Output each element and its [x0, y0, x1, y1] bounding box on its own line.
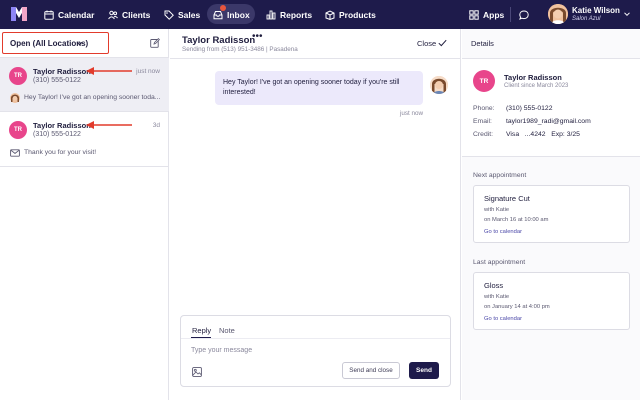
nav-label: Calendar — [58, 9, 95, 20]
annotation-arrow-icon — [86, 67, 132, 75]
nav-item-inbox[interactable]: Inbox — [213, 0, 250, 29]
app-logo-icon[interactable] — [11, 7, 27, 21]
message-bubble: Hey Taylor! I've got an opening sooner t… — [215, 71, 423, 105]
compose-icon[interactable] — [150, 38, 160, 48]
appointment-service: Signature Cut — [484, 194, 530, 203]
conversation-list-panel: Open (All Locations) TR Taylor Radisson … — [0, 29, 169, 400]
divider — [0, 166, 169, 167]
thread-title: Taylor Radisson — [182, 35, 256, 46]
appointment-time: on January 14 at 4:00 pm — [484, 304, 550, 310]
nav-label: Products — [339, 9, 376, 20]
chat-button[interactable] — [519, 0, 529, 29]
clients-icon — [108, 10, 118, 19]
credit-label: Credit: — [473, 131, 494, 138]
conversation-name: Taylor Radisson — [33, 67, 91, 76]
nav-label: Apps — [483, 9, 505, 20]
nav-item-reports[interactable]: Reports — [266, 0, 312, 29]
client-since: Client since March 2023 — [504, 83, 569, 89]
conversation-thread-panel: Taylor Radisson ••• Sending from (513) 9… — [170, 29, 461, 400]
bar-chart-icon — [266, 10, 276, 19]
nav-item-sales[interactable]: Sales — [164, 0, 200, 29]
client-avatar: TR — [9, 121, 27, 139]
conversation-phone: (310) 555-0122 — [33, 77, 81, 84]
user-avatar[interactable] — [548, 4, 568, 24]
user-salon: Salon Azul — [572, 16, 601, 22]
client-email[interactable]: taylor1989_radi@gmail.com — [506, 118, 591, 125]
go-to-calendar-link[interactable]: Go to calendar — [484, 316, 522, 322]
appointment-service: Gloss — [484, 281, 504, 290]
message-input[interactable] — [191, 344, 431, 356]
divider — [170, 58, 461, 59]
envelope-icon — [10, 149, 20, 157]
nav-label: Clients — [122, 9, 151, 20]
send-button[interactable]: Send — [409, 362, 439, 379]
send-and-close-button[interactable]: Send and close — [342, 362, 400, 379]
tag-icon — [164, 10, 174, 20]
thread-subtitle: Sending from (513) 951-3486 | Pasadena — [182, 46, 298, 53]
nav-item-clients[interactable]: Clients — [108, 0, 150, 29]
client-avatar: TR — [9, 67, 27, 85]
tab-reply[interactable]: Reply — [192, 326, 211, 335]
nav-item-apps[interactable]: Apps — [469, 0, 504, 29]
conversation-item[interactable]: TR Taylor Radisson (310) 555-0122 just n… — [0, 58, 169, 111]
details-panel: Details TR Taylor Radisson Client since … — [462, 29, 640, 400]
go-to-calendar-link[interactable]: Go to calendar — [484, 229, 522, 235]
top-nav: Calendar Clients Sales Inbox Reports Pro… — [0, 0, 640, 29]
message-composer: Reply Note Send and close Send — [180, 315, 451, 387]
client-phone[interactable]: (310) 555-0122 — [506, 105, 552, 112]
next-appointment-title: Next appointment — [473, 172, 527, 179]
client-credit-card: Visa ...4242 Exp: 3/25 — [506, 131, 580, 138]
chevron-down-icon — [76, 41, 83, 46]
message-time: just now — [400, 110, 424, 117]
details-title: Details — [471, 39, 494, 48]
client-name[interactable]: Taylor Radisson — [504, 73, 562, 82]
calendar-icon — [44, 10, 54, 20]
nav-divider — [510, 7, 511, 22]
inbox-icon — [213, 10, 223, 19]
chat-bubble-icon — [519, 9, 529, 20]
next-appointment-card: Signature Cut with Katie on March 16 at … — [473, 185, 630, 243]
phone-label: Phone: — [473, 105, 495, 112]
chevron-down-icon[interactable] — [623, 10, 631, 18]
appointment-staff: with Katie — [484, 207, 510, 213]
divider — [181, 338, 450, 339]
last-appointment-title: Last appointment — [473, 259, 526, 266]
image-attach-icon[interactable] — [192, 367, 202, 377]
location-filter-dropdown[interactable]: Open (All Locations) — [2, 32, 109, 54]
annotation-arrow-icon — [86, 121, 132, 129]
conversation-time: 3d — [152, 122, 160, 129]
nav-label: Sales — [178, 9, 201, 20]
conversation-item[interactable]: TR Taylor Radisson (310) 555-0122 3d Tha… — [0, 112, 169, 166]
nav-label: Reports — [280, 9, 313, 20]
inbox-unread-badge — [220, 5, 226, 11]
close-conversation-button[interactable]: Close — [417, 39, 436, 48]
more-options-icon[interactable]: ••• — [252, 31, 263, 42]
tab-note[interactable]: Note — [219, 326, 235, 335]
client-details-card: TR Taylor Radisson Client since March 20… — [462, 59, 640, 157]
message-text: Hey Taylor! I've got an opening sooner t… — [223, 79, 400, 96]
staff-avatar — [430, 76, 448, 94]
apps-grid-icon — [469, 9, 479, 20]
appointment-staff: with Katie — [484, 294, 510, 300]
nav-item-calendar[interactable]: Calendar — [44, 0, 94, 29]
conversation-name: Taylor Radisson — [33, 121, 91, 130]
conversation-time: just now — [136, 68, 160, 75]
client-avatar: TR — [473, 70, 495, 92]
appointment-time: on March 16 at 10:00 am — [484, 217, 549, 223]
checkmark-icon[interactable] — [438, 39, 447, 47]
nav-label: Inbox — [227, 9, 250, 20]
box-icon — [325, 9, 335, 20]
conversation-preview: Hey Taylor! I've got an opening sooner t… — [24, 94, 160, 101]
user-name[interactable]: Katie Wilson — [572, 6, 620, 15]
staff-avatar-icon — [10, 93, 20, 103]
conversation-preview: Thank you for your visit! — [24, 149, 97, 156]
email-label: Email: — [473, 118, 492, 125]
last-appointment-card: Gloss with Katie on January 14 at 4:00 p… — [473, 272, 630, 330]
nav-item-products[interactable]: Products — [325, 0, 376, 29]
conversation-phone: (310) 555-0122 — [33, 131, 81, 138]
